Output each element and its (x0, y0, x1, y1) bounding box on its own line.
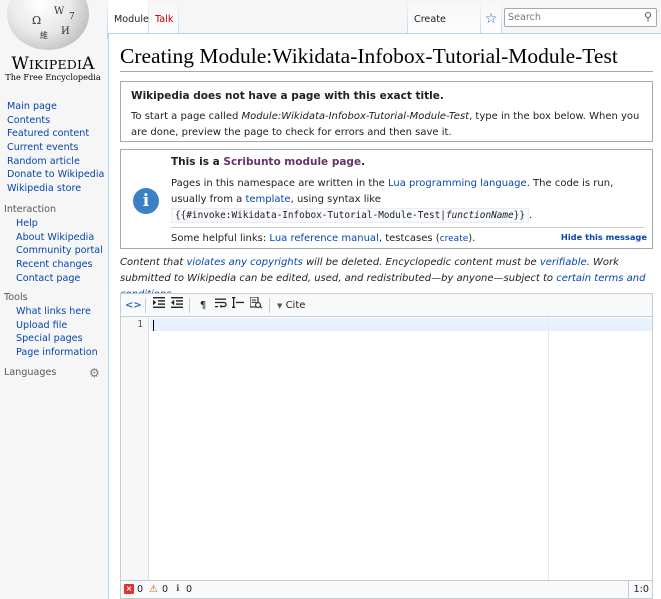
globe-glyph: 維 (40, 31, 48, 40)
scribunto-body: Pages in this namespace are written in t… (171, 178, 614, 223)
code-editor: <> ¶ ▼ Cite 1 × 0 ⚠ 0 ℹ 0 1:0 (120, 293, 653, 599)
indent-icon[interactable] (152, 297, 166, 314)
cite-label: Cite (285, 300, 306, 311)
lua-manual-link[interactable]: Lua reference manual (269, 233, 378, 244)
search-box: ⚲ (504, 8, 657, 27)
scribunto-notice: i This is a Scribunto module page. Pages… (120, 149, 653, 249)
line-number: 1 (137, 319, 143, 330)
code-editor-toggle-icon[interactable]: <> (125, 297, 142, 314)
error-count: 0 (137, 584, 144, 595)
content-area: Creating Module:Wikidata-Infobox-Tutoria… (108, 33, 661, 599)
warning-icon[interactable]: ⚠ (149, 581, 158, 598)
sidebar-item-community-portal[interactable]: Community portal (16, 245, 103, 256)
sidebar-heading-interaction: Interaction (4, 204, 57, 215)
print-margin (548, 317, 549, 580)
scribunto-link[interactable]: Scribunto module page (223, 156, 361, 168)
toolbar-separator (145, 298, 146, 313)
lua-link[interactable]: Lua programming language (388, 178, 527, 189)
page-title: Creating Module:Wikidata-Infobox-Tutoria… (120, 43, 653, 72)
sidebar-main-nav: Main page Contents Featured content Curr… (0, 100, 106, 196)
pilcrow-icon[interactable]: ¶ (197, 297, 209, 314)
scribunto-title: This is a Scribunto module page. (171, 156, 366, 168)
notice-title: Wikipedia does not have a page with this… (131, 90, 444, 102)
copyright-link[interactable]: violates any copyrights (186, 257, 302, 268)
globe-glyph: Ω (32, 14, 42, 27)
info-count: 0 (186, 584, 193, 595)
globe-icon: Ω W 維 И 7 (7, 0, 89, 50)
sidebar-item-special-pages[interactable]: Special pages (16, 333, 83, 344)
warning-count: 0 (162, 584, 169, 595)
editor-status-bar: × 0 ⚠ 0 ℹ 0 1:0 (121, 580, 652, 598)
goto-line-icon[interactable] (231, 297, 245, 314)
sidebar-item-help[interactable]: Help (16, 218, 38, 229)
line-gutter: 1 (121, 317, 149, 580)
globe-glyph: W (54, 6, 65, 17)
sidebar-item-donate[interactable]: Donate to Wikipedia (7, 169, 104, 180)
hide-message-link[interactable]: Hide this message (561, 232, 647, 242)
create-testcases-link[interactable]: create (440, 234, 469, 244)
cursor-position: 1:0 (628, 581, 652, 598)
outdent-icon[interactable] (170, 297, 184, 314)
invoke-syntax: {{#invoke:Wikidata-Infobox-Tutorial-Modu… (171, 208, 529, 223)
wordmark: WIKIPEDIA (11, 54, 95, 74)
tagline: The Free Encyclopedia (5, 72, 101, 82)
search-replace-icon[interactable] (249, 296, 263, 314)
sidebar-item-recent-changes[interactable]: Recent changes (16, 259, 93, 270)
cite-menu[interactable]: ▼ Cite (277, 297, 317, 314)
toolbar-separator (269, 298, 270, 313)
sidebar-item-store[interactable]: Wikipedia store (7, 183, 81, 194)
sidebar-interaction: Interaction Help About Wikipedia Communi… (0, 203, 106, 285)
helpful-links: Some helpful links: Lua reference manual… (171, 233, 476, 244)
wrap-icon[interactable] (214, 297, 228, 314)
sidebar-heading-tools: Tools (4, 292, 28, 303)
wikipedia-logo[interactable]: Ω W 維 И 7 WIKIPEDIA The Free Encyclopedi… (0, 0, 106, 90)
editor-toolbar: <> ¶ ▼ Cite (121, 294, 652, 317)
info-icon: i (133, 188, 159, 214)
sidebar-item-featured-content[interactable]: Featured content (7, 128, 89, 139)
no-article-notice: Wikipedia does not have a page with this… (120, 81, 653, 142)
sidebar-item-about[interactable]: About Wikipedia (16, 232, 94, 243)
verifiable-link[interactable]: verifiable (540, 257, 587, 268)
template-link[interactable]: template (245, 194, 290, 205)
sidebar-item-contents[interactable]: Contents (7, 115, 50, 126)
sidebar-item-page-information[interactable]: Page information (16, 347, 98, 358)
sidebar-item-contact[interactable]: Contact page (16, 273, 80, 284)
divider (171, 227, 644, 228)
notice-text: To start a page called Module:Wikidata-I… (131, 111, 640, 138)
sidebar-item-current-events[interactable]: Current events (7, 142, 78, 153)
info-icon[interactable]: ℹ (176, 581, 179, 598)
gear-icon[interactable]: ⚙ (89, 367, 101, 379)
search-input[interactable] (505, 9, 635, 26)
sidebar-item-upload-file[interactable]: Upload file (16, 320, 67, 331)
toolbar-separator (189, 298, 190, 313)
sidebar-languages: Languages ⚙ (0, 366, 106, 380)
globe-glyph: И (61, 26, 70, 37)
search-icon[interactable]: ⚲ (644, 10, 652, 23)
sidebar-tools: Tools What links here Upload file Specia… (0, 291, 106, 360)
sidebar-item-main-page[interactable]: Main page (7, 101, 57, 112)
text-cursor (153, 320, 154, 331)
error-icon[interactable]: × (124, 584, 134, 594)
globe-glyph: 7 (69, 12, 75, 22)
code-text-area[interactable] (150, 318, 652, 331)
chevron-down-icon: ▼ (277, 302, 283, 310)
sidebar-item-random-article[interactable]: Random article (7, 156, 80, 167)
sidebar-item-what-links-here[interactable]: What links here (16, 306, 91, 317)
